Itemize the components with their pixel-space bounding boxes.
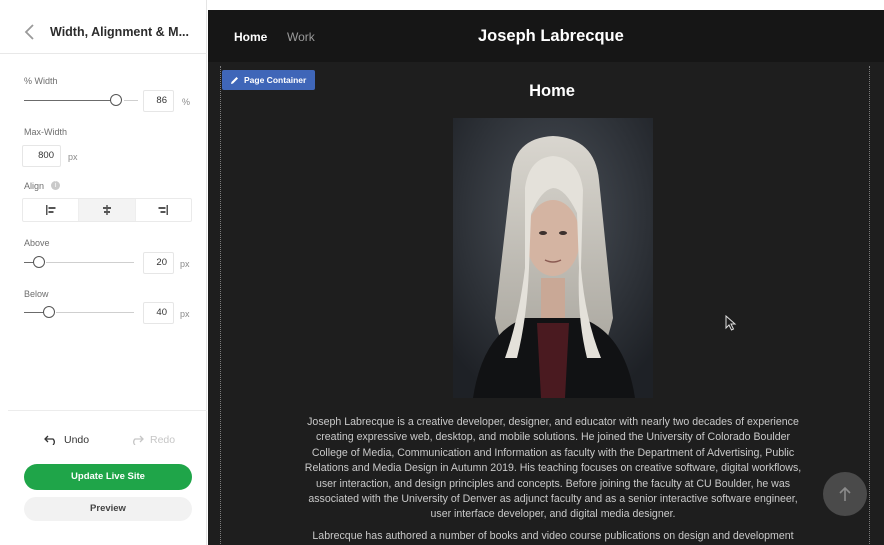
width-slider-track[interactable]	[24, 100, 112, 101]
align-left-icon	[45, 205, 56, 215]
above-label: Above	[24, 238, 50, 248]
align-right-button[interactable]	[136, 199, 191, 221]
site-title: Joseph Labrecque	[478, 27, 624, 45]
nav-link-home[interactable]: Home	[234, 30, 267, 44]
update-live-site-button[interactable]: Update Live Site	[24, 464, 192, 490]
below-label: Below	[24, 289, 49, 299]
site-preview: Home Work Joseph Labrecque Page Containe…	[208, 10, 884, 545]
portrait-illustration	[453, 118, 653, 398]
undo-label: Undo	[64, 434, 90, 446]
max-width-input[interactable]: 800	[22, 145, 61, 167]
bio-line: creating expressive web, desktop, and mo…	[315, 431, 791, 444]
portrait-image	[453, 118, 653, 398]
redo-icon	[133, 435, 144, 445]
bio-line: user interaction, and design principles …	[315, 477, 791, 490]
above-slider-rest[interactable]	[46, 262, 134, 263]
bio-paragraph-second: Labrecque has authored a number of books…	[312, 530, 794, 542]
undo-icon	[44, 435, 55, 445]
width-unit: %	[182, 97, 191, 107]
above-slider-knob[interactable]	[33, 256, 45, 268]
max-width-unit: px	[68, 152, 78, 162]
panel-title: Width, Alignment & M...	[50, 25, 189, 39]
below-input[interactable]: 40	[143, 302, 174, 324]
settings-panel: Width, Alignment & M... % Width 86 % Max…	[0, 0, 207, 545]
undo-button[interactable]: Undo	[44, 434, 89, 446]
info-icon[interactable]: i	[51, 181, 60, 190]
width-input[interactable]: 86	[143, 90, 174, 112]
bio-paragraph: Joseph Labrecque is a creative developer…	[258, 415, 848, 523]
panel-divider	[8, 410, 207, 411]
align-center-button[interactable]	[79, 199, 136, 221]
scroll-to-top-button[interactable]	[823, 472, 867, 516]
bio-line: Joseph Labrecque is a creative developer…	[307, 416, 799, 428]
preview-button[interactable]: Preview	[24, 497, 192, 521]
below-slider-track[interactable]	[24, 312, 44, 313]
bio-line: associated with the University of Denver…	[308, 493, 798, 506]
max-width-label: Max-Width	[24, 127, 68, 137]
bio-line: Relations and Media Design in Autumn 201…	[304, 462, 802, 475]
bio-line: user interface developer, and digital me…	[430, 508, 676, 521]
site-header: Home Work Joseph Labrecque	[208, 10, 884, 62]
below-unit: px	[180, 309, 190, 319]
page-heading: Home	[529, 82, 575, 100]
width-slider-knob[interactable]	[110, 94, 122, 106]
back-icon[interactable]	[22, 22, 38, 42]
cursor-icon	[725, 315, 737, 331]
redo-button[interactable]: Redo	[130, 434, 175, 446]
arrow-up-icon	[839, 486, 851, 501]
below-slider-rest[interactable]	[56, 312, 134, 313]
align-button-group	[22, 198, 192, 222]
above-unit: px	[180, 259, 190, 269]
align-label: Align	[24, 181, 45, 191]
width-label: % Width	[24, 76, 58, 86]
align-left-button[interactable]	[23, 199, 80, 221]
nav-link-work[interactable]: Work	[287, 30, 315, 44]
redo-label: Redo	[150, 434, 176, 446]
bio-line: College of Media, Communication and Info…	[311, 446, 795, 459]
above-input[interactable]: 20	[143, 252, 174, 274]
below-slider-knob[interactable]	[43, 306, 55, 318]
align-center-icon	[102, 205, 111, 215]
panel-header: Width, Alignment & M...	[0, 10, 207, 54]
width-slider-rest[interactable]	[124, 100, 138, 101]
align-right-icon	[158, 205, 169, 215]
